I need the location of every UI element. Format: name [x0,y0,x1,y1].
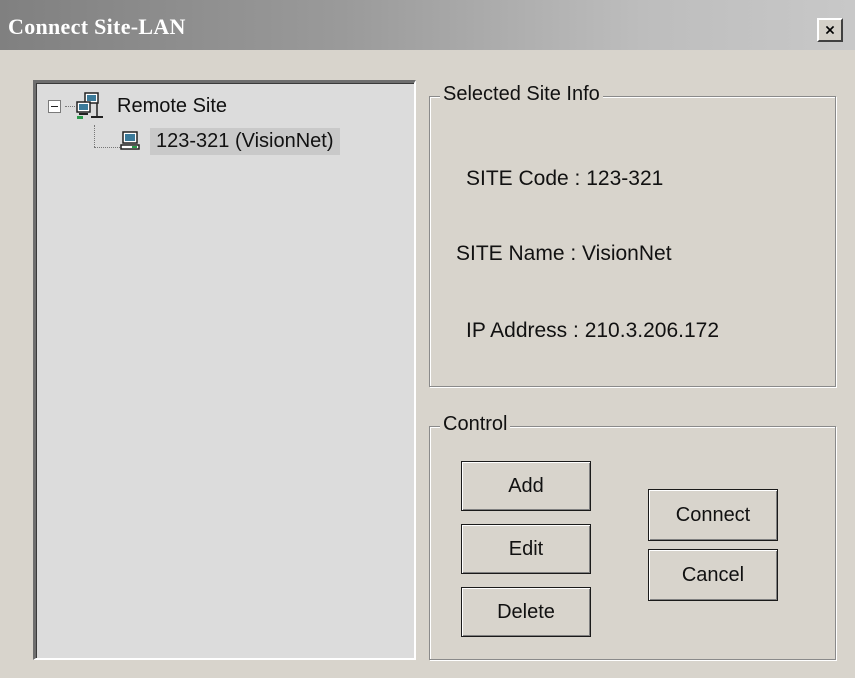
add-button[interactable]: Add [461,461,591,511]
network-icon [76,92,103,119]
tree-node-remote-site[interactable]: Remote Site [48,91,231,121]
selected-site-info-group: Selected Site Info SITE Code : 123-321 S… [429,83,836,387]
computer-icon [120,131,140,150]
collapse-toggle-icon[interactable] [48,99,61,113]
window-title: Connect Site-LAN [8,14,186,39]
delete-button[interactable]: Delete [461,587,591,637]
site-tree-view[interactable]: Remote Site 123-321 (VisionNet) [33,80,416,660]
group-title: Control [440,413,511,436]
site-name-label: SITE Name : [456,242,577,265]
control-group: Control Add Edit Delete Connect Cancel [429,413,836,660]
tree-connector [94,125,95,147]
tree-node-site-123-321[interactable]: 123-321 (VisionNet) [120,125,340,157]
tree-connector [94,147,120,148]
tree-node-label: Remote Site [117,94,228,117]
edit-button[interactable]: Edit [461,524,591,574]
site-code-row: SITE Code : 123-321 [466,167,663,191]
tree-connector [65,105,75,107]
site-code-label: SITE Code : [466,167,581,190]
title-bar[interactable]: Connect Site-LAN [0,0,855,50]
tree-node-label: 123-321 (VisionNet) [150,127,340,155]
site-name-row: SITE Name : VisionNet [456,242,672,266]
site-name-value: VisionNet [582,242,672,265]
ip-address-label: IP Address : [466,319,579,342]
close-icon [825,25,835,35]
cancel-button[interactable]: Cancel [648,549,778,601]
ip-address-value: 210.3.206.172 [584,319,719,342]
group-title: Selected Site Info [440,83,603,106]
connect-button[interactable]: Connect [648,489,778,541]
site-code-value: 123-321 [586,167,664,190]
close-button[interactable] [817,18,843,42]
connect-site-lan-dialog: Connect Site-LAN Remote Site 123-321 (Vi… [0,0,855,678]
ip-address-row: IP Address : 210.3.206.172 [466,319,719,343]
